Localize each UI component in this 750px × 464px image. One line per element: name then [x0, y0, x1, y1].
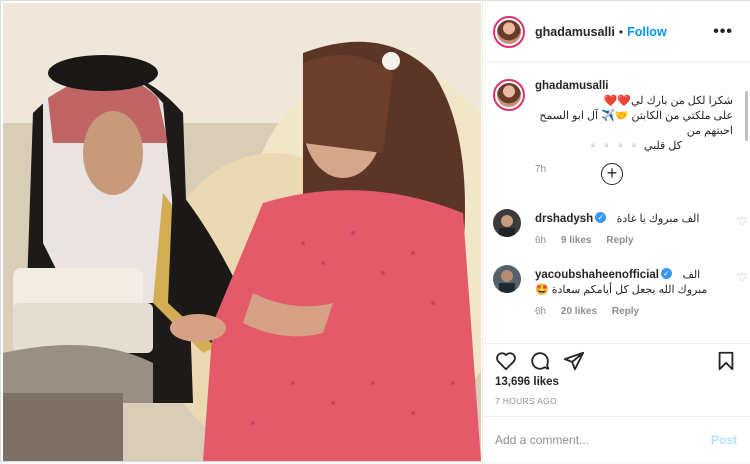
- bookmark-icon[interactable]: [715, 350, 737, 372]
- comment-likes[interactable]: 9 likes: [561, 235, 592, 246]
- comment-icon[interactable]: [529, 350, 551, 372]
- commenter-avatar[interactable]: [493, 209, 521, 237]
- verified-badge-icon: ✓: [660, 268, 672, 280]
- comment-item: drshadysh ✓ الف مبروك يا غادة 6h 9 likes …: [493, 209, 747, 246]
- comment-item: yacoubshaheenofficial ✓ الف مبروك الله يج…: [493, 265, 747, 317]
- caption-username[interactable]: ghadamusalli: [535, 79, 733, 94]
- caption-line-2: على ملكتي من الكابتن 🤝✈️ آل ابو السمح اح…: [539, 110, 733, 137]
- heart-icon[interactable]: [495, 350, 517, 372]
- follow-button[interactable]: Follow: [627, 25, 667, 39]
- comment-text-line-1: الف: [682, 269, 701, 281]
- commenter-username[interactable]: yacoubshaheenofficial: [535, 269, 659, 281]
- caption-time[interactable]: 7h: [535, 164, 546, 175]
- share-icon[interactable]: [563, 350, 585, 372]
- post-time[interactable]: 7 HOURS AGO: [495, 396, 557, 406]
- more-icon[interactable]: •••: [713, 23, 733, 41]
- author-avatar[interactable]: [493, 15, 525, 48]
- likes-count[interactable]: 13,696 likes: [495, 376, 559, 388]
- add-comment-bar: Post: [483, 416, 750, 464]
- comment-time[interactable]: 6h: [535, 306, 546, 317]
- heart-icon[interactable]: ♡: [737, 215, 747, 228]
- post-sidebar: ghadamusalli • Follow ••• ghadamusalli ش…: [482, 1, 750, 463]
- instagram-post-window: ghadamusalli • Follow ••• ghadamusalli ش…: [0, 0, 750, 463]
- post-header: ghadamusalli • Follow •••: [483, 1, 750, 63]
- comment-input[interactable]: [495, 429, 695, 451]
- comment-text-line-2: مبروك الله يجعل كل أيامكم سعادة 🤩: [535, 284, 708, 296]
- commenter-username[interactable]: drshadysh: [535, 213, 593, 225]
- separator-dot: •: [618, 24, 624, 39]
- caption-line-1: شكرا لكل من بارك لي❤️❤️: [603, 95, 733, 107]
- caption-line-3: كل قلبي ▫️▫️▫️▫️: [586, 140, 682, 152]
- post-photo-image: [3, 3, 481, 461]
- verified-badge-icon: ✓: [595, 212, 607, 224]
- post-button[interactable]: Post: [711, 433, 737, 447]
- commenter-avatar[interactable]: [493, 265, 521, 293]
- caption-avatar[interactable]: [493, 79, 525, 111]
- comments-list[interactable]: ghadamusalli شكرا لكل من بارك لي❤️❤️ على…: [483, 63, 750, 343]
- heart-icon[interactable]: ♡: [737, 271, 747, 284]
- comment-likes[interactable]: 20 likes: [561, 306, 597, 317]
- comment-text: الف مبروك يا غادة: [616, 213, 700, 225]
- comment-time[interactable]: 6h: [535, 235, 546, 246]
- action-bar: 13,696 likes 7 HOURS AGO Post: [483, 343, 750, 463]
- post-photo[interactable]: [3, 3, 481, 461]
- add-icon[interactable]: +: [601, 163, 623, 185]
- author-username[interactable]: ghadamusalli: [535, 25, 615, 39]
- reply-button[interactable]: Reply: [606, 235, 633, 246]
- comments-scrollbar[interactable]: [745, 91, 748, 141]
- reply-button[interactable]: Reply: [612, 306, 639, 317]
